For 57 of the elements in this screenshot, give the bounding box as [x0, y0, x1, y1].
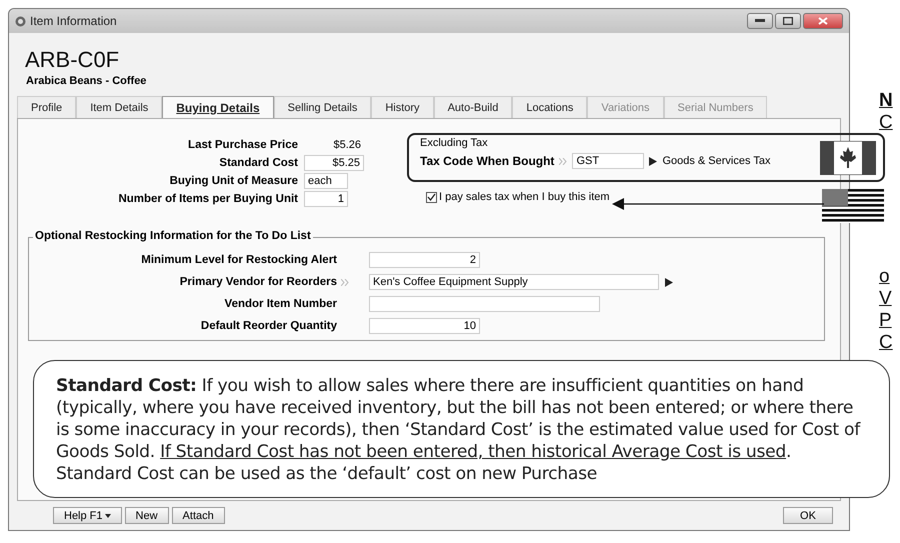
tab[interactable]: Profile	[17, 96, 76, 118]
field-label: Number of Items per Buying Unit	[117, 193, 298, 205]
maximize-button[interactable]	[775, 13, 801, 29]
margin-text: C	[879, 332, 893, 354]
field-label: Tax Code When Bought	[420, 154, 554, 168]
margin-text: N	[879, 90, 893, 112]
margin-text: V	[879, 288, 893, 310]
tax-code-field[interactable]: GST	[572, 153, 644, 169]
field-label: Buying Unit of Measure	[168, 175, 298, 187]
field-label: Minimum Level for Restocking Alert	[141, 254, 337, 266]
vendor-field[interactable]: Ken's Coffee Equipment Supply	[369, 274, 659, 290]
caret-icon	[104, 514, 111, 518]
tab[interactable]: Locations	[512, 96, 588, 118]
ok-button[interactable]: OK	[783, 507, 833, 524]
margin-text: o	[879, 266, 891, 288]
close-button[interactable]	[803, 13, 843, 29]
minimize-button[interactable]	[747, 13, 773, 29]
field-label: Primary Vendor for Reorders	[180, 276, 337, 288]
help-button[interactable]: Help F1	[53, 507, 122, 524]
input-field[interactable]: 1	[304, 191, 348, 207]
close-icon	[818, 17, 828, 25]
minimize-icon	[755, 19, 765, 23]
window-title: Item Information	[30, 14, 118, 28]
tab[interactable]: Auto-Build	[434, 96, 512, 118]
tax-note: Excluding Tax	[420, 137, 489, 149]
field-label: Last Purchase Price	[187, 139, 298, 151]
play-arrow-icon[interactable]	[665, 278, 673, 286]
play-arrow-icon[interactable]	[649, 156, 658, 166]
callout-text: Standard Cost: If you wish to allow sales where there are insufficient quantities on hand (typically, where you have received inventory, but the bill has not been entered; or where there is some inaccuracy in your records), then ‘Standard Cost’ is the estimated value used for Cost of Goods Sold. If Standard Cost has not been entered, then historical Average Cost is used. Standard Cost can be used as the ‘default’ cost on new Purchase	[56, 375, 862, 485]
input-field[interactable]: 10	[369, 318, 480, 334]
margin-text: P	[879, 310, 893, 332]
item-code: ARB-C0F	[25, 47, 120, 73]
input-field[interactable]: 2	[369, 252, 480, 268]
tab[interactable]: Buying Details	[162, 96, 274, 118]
app-icon	[15, 16, 26, 26]
input-field[interactable]: each	[304, 173, 348, 189]
checkbox-label: I pay sales tax when I buy this item	[439, 191, 610, 203]
input-field[interactable]	[369, 296, 600, 312]
field-label: Vendor Item Number	[224, 298, 337, 310]
checkbox[interactable]	[426, 192, 437, 202]
tab[interactable]: Item Details	[76, 96, 162, 118]
margin-text: C	[879, 112, 893, 134]
check-icon	[427, 193, 436, 201]
footer-button[interactable]: Attach	[172, 507, 225, 524]
field-label: Standard Cost	[218, 157, 298, 169]
tab[interactable]: Selling Details	[274, 96, 372, 118]
double-chevron-icon	[559, 158, 568, 164]
price-value: $5.26	[332, 138, 362, 153]
item-name: Arabica Beans - Coffee	[26, 75, 148, 87]
maximize-icon	[783, 17, 793, 25]
double-chevron-icon	[341, 278, 349, 286]
field-label: Default Reorder Quantity	[200, 320, 337, 332]
input-field[interactable]: $5.25	[304, 155, 364, 171]
tax-description: Goods & Services Tax	[662, 155, 770, 167]
group-title: Optional Restocking Information for the To Do List	[33, 230, 313, 242]
footer-button[interactable]: New	[124, 507, 169, 524]
tab[interactable]: History	[371, 96, 434, 118]
